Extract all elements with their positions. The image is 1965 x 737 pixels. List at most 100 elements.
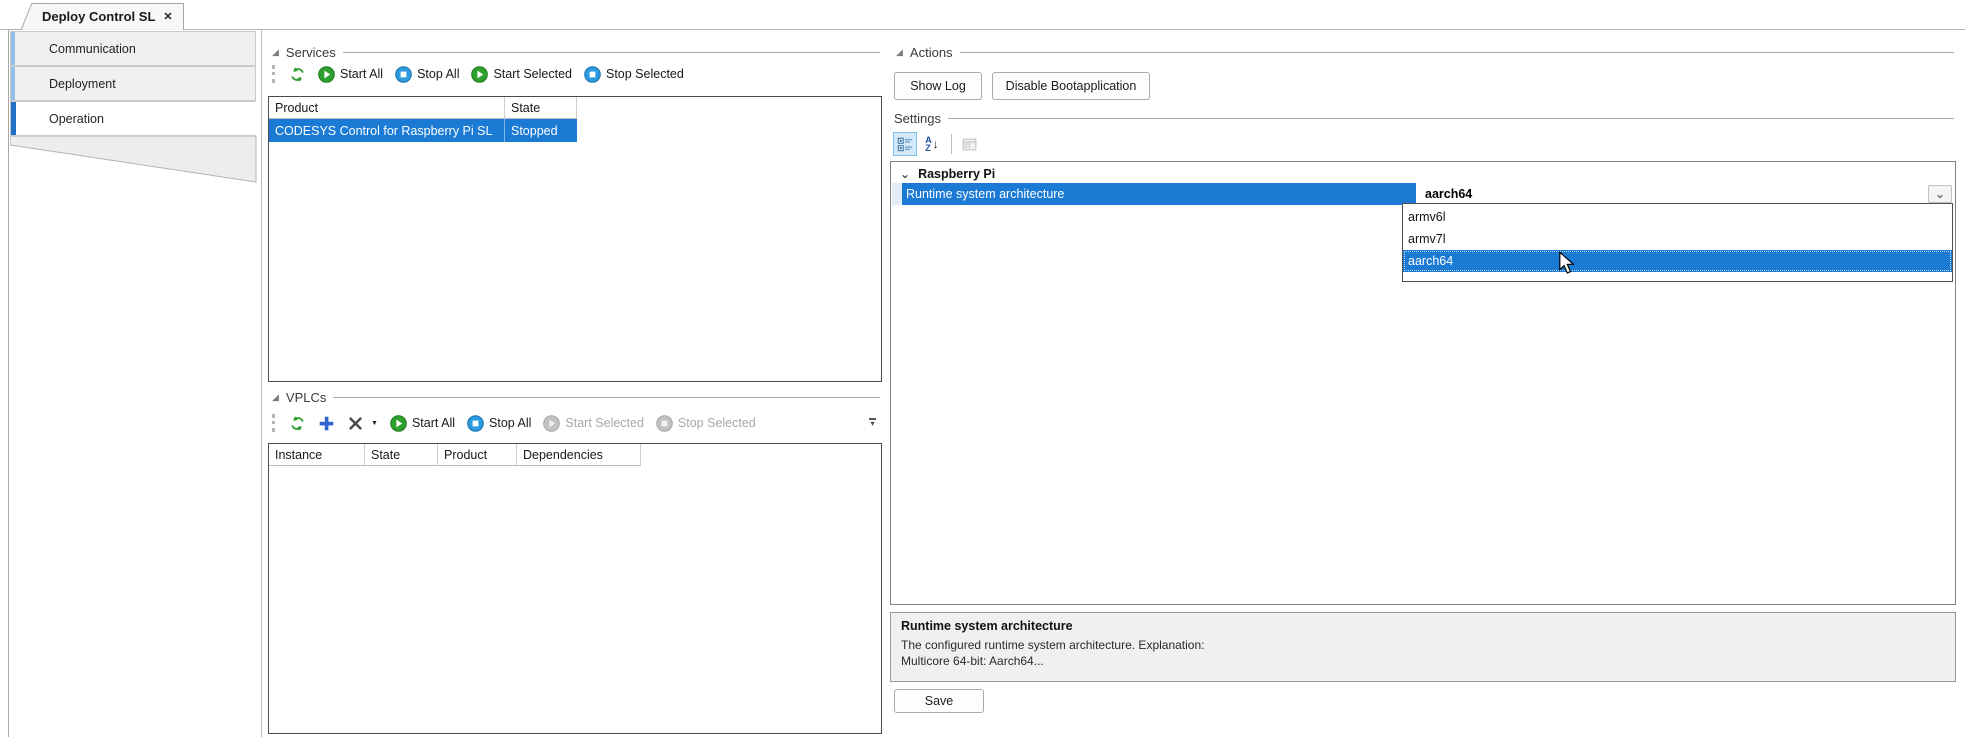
refresh-icon: [291, 66, 304, 82]
combo-dropdown-button[interactable]: ⌄: [1928, 185, 1952, 203]
alphabetical-sort-button[interactable]: A Z ↓: [920, 132, 944, 156]
play-icon-disabled: [543, 414, 561, 432]
mouse-cursor: [1559, 251, 1575, 274]
accent-strip: [11, 102, 16, 135]
property-row-runtime-architecture[interactable]: Runtime system architecture aarch64 ⌄: [892, 183, 1955, 205]
description-line1: The configured runtime system architectu…: [901, 638, 1205, 652]
actions-group-header: ◢ Actions: [896, 44, 1954, 60]
column-header-state[interactable]: State: [365, 444, 438, 466]
column-header-state[interactable]: State: [505, 97, 577, 119]
play-icon: [318, 65, 335, 83]
state-cell: Stopped: [511, 123, 558, 138]
vplcs-table-header: Instance State Product Dependencies: [269, 444, 641, 466]
stop-icon-disabled: [656, 414, 673, 432]
play-icon: [390, 414, 407, 432]
window-left-border: [8, 29, 9, 737]
refresh-icon: [291, 415, 304, 431]
group-rule: [333, 396, 880, 398]
settings-group-header: Settings: [894, 110, 1954, 126]
actions-group-title: Actions: [909, 44, 953, 60]
settings-group-title: Settings: [894, 110, 941, 126]
overflow-chevron-icon: ▾: [870, 418, 875, 428]
sidebar-item-operation[interactable]: Operation: [10, 101, 256, 136]
play-icon: [471, 65, 489, 83]
services-stop-all-button[interactable]: Stop All: [395, 65, 460, 83]
show-log-button[interactable]: Show Log: [894, 72, 982, 100]
stop-all-label: Stop All: [417, 67, 460, 81]
sort-z-glyph: Z: [925, 143, 931, 153]
disable-bootapplication-button[interactable]: Disable Bootapplication: [992, 72, 1150, 100]
vplcs-refresh-button[interactable]: [289, 415, 306, 432]
vplcs-group-header: ◢ VPLCs: [272, 389, 880, 405]
property-description-panel: Runtime system architecture The configur…: [890, 612, 1956, 682]
services-refresh-button[interactable]: [289, 66, 306, 83]
services-stop-selected-button[interactable]: Stop Selected: [584, 65, 684, 83]
column-header-product[interactable]: Product: [438, 444, 517, 466]
deploy-control-window: Deploy Control SL ✕ Communication Deploy…: [0, 0, 1965, 737]
vplcs-toolbar: ▼ Start All Stop All Start Selected Stop…: [272, 410, 852, 436]
property-row-gutter: [892, 183, 902, 205]
start-all-label: Start All: [340, 67, 384, 81]
start-selected-label: Start Selected: [565, 416, 644, 430]
sidebar-item-label: Deployment: [49, 76, 116, 91]
stop-selected-label: Stop Selected: [677, 416, 756, 430]
group-rule: [947, 117, 1954, 119]
property-value-cell[interactable]: aarch64 ⌄: [1416, 183, 1955, 205]
services-table: Product State CODESYS Control for Raspbe…: [268, 96, 882, 382]
stop-icon: [584, 65, 601, 83]
services-table-row[interactable]: CODESYS Control for Raspberry Pi SL Stop…: [269, 119, 577, 142]
services-start-selected-button[interactable]: Start Selected: [471, 65, 572, 83]
product-cell: CODESYS Control for Raspberry Pi SL: [269, 119, 505, 142]
dropdown-option-armv6l[interactable]: armv6l: [1403, 206, 1952, 228]
services-start-all-button[interactable]: Start All: [318, 65, 384, 83]
vplcs-start-all-button[interactable]: Start All: [390, 414, 455, 432]
vplcs-delete-button[interactable]: ▼: [347, 415, 378, 432]
dropdown-option-aarch64[interactable]: aarch64: [1403, 250, 1952, 272]
chevron-down-icon[interactable]: ⌄: [900, 168, 910, 180]
services-group-title: Services: [285, 44, 336, 60]
sort-arrow-glyph: ↓: [932, 137, 939, 151]
vplcs-stop-all-button[interactable]: Stop All: [467, 414, 532, 432]
description-title: Runtime system architecture: [901, 619, 1073, 633]
collapse-triangle-icon[interactable]: ◢: [272, 47, 279, 57]
sidebar-item-communication[interactable]: Communication: [10, 31, 256, 66]
property-name-cell[interactable]: Runtime system architecture: [902, 183, 1416, 205]
tab-deploy-control-sl[interactable]: Deploy Control SL ✕: [34, 3, 184, 30]
collapse-triangle-icon[interactable]: ◢: [272, 392, 279, 402]
vplcs-group-title: VPLCs: [285, 389, 327, 405]
toolbar-grip[interactable]: [272, 65, 275, 83]
column-header-dependencies[interactable]: Dependencies: [517, 444, 641, 466]
sidebar-item-deployment[interactable]: Deployment: [10, 66, 256, 101]
vplcs-add-button[interactable]: [318, 415, 335, 432]
save-button[interactable]: Save: [894, 689, 984, 713]
dropdown-caret-icon[interactable]: ▼: [371, 420, 378, 427]
category-row-raspberry-pi[interactable]: ⌄ Raspberry Pi: [892, 164, 1955, 183]
collapse-triangle-icon[interactable]: ◢: [896, 47, 903, 57]
group-rule: [959, 51, 1954, 53]
property-pages-button-disabled: [957, 132, 981, 156]
stop-all-label: Stop All: [489, 416, 532, 430]
vplcs-start-selected-button-disabled: Start Selected: [543, 414, 644, 432]
services-toolbar: Start All Stop All Start Selected Stop S…: [272, 62, 878, 86]
chevron-down-icon: ⌄: [1934, 187, 1946, 201]
column-header-product[interactable]: Product: [269, 97, 505, 119]
stop-icon: [467, 414, 484, 432]
pane-splitter[interactable]: [261, 29, 262, 737]
categorized-view-button[interactable]: [893, 132, 917, 156]
toolbar-grip[interactable]: [272, 414, 275, 432]
stop-icon: [395, 65, 412, 83]
group-rule: [342, 51, 880, 53]
sidebar-item-label: Operation: [49, 111, 104, 126]
services-table-header: Product State: [269, 97, 577, 119]
accent-strip: [11, 67, 15, 100]
column-header-instance[interactable]: Instance: [269, 444, 365, 466]
dropdown-option-armv7l[interactable]: armv7l: [1403, 228, 1952, 250]
sidebar-wedge-decoration: [10, 136, 257, 183]
close-icon[interactable]: ✕: [163, 10, 172, 23]
tab-title: Deploy Control SL: [42, 8, 156, 24]
start-selected-label: Start Selected: [493, 67, 572, 81]
toolbar-overflow-button[interactable]: ▾: [866, 412, 879, 432]
plus-icon: [319, 416, 334, 430]
tabstrip-divider: [0, 29, 1965, 30]
categorized-icon: [897, 137, 912, 151]
